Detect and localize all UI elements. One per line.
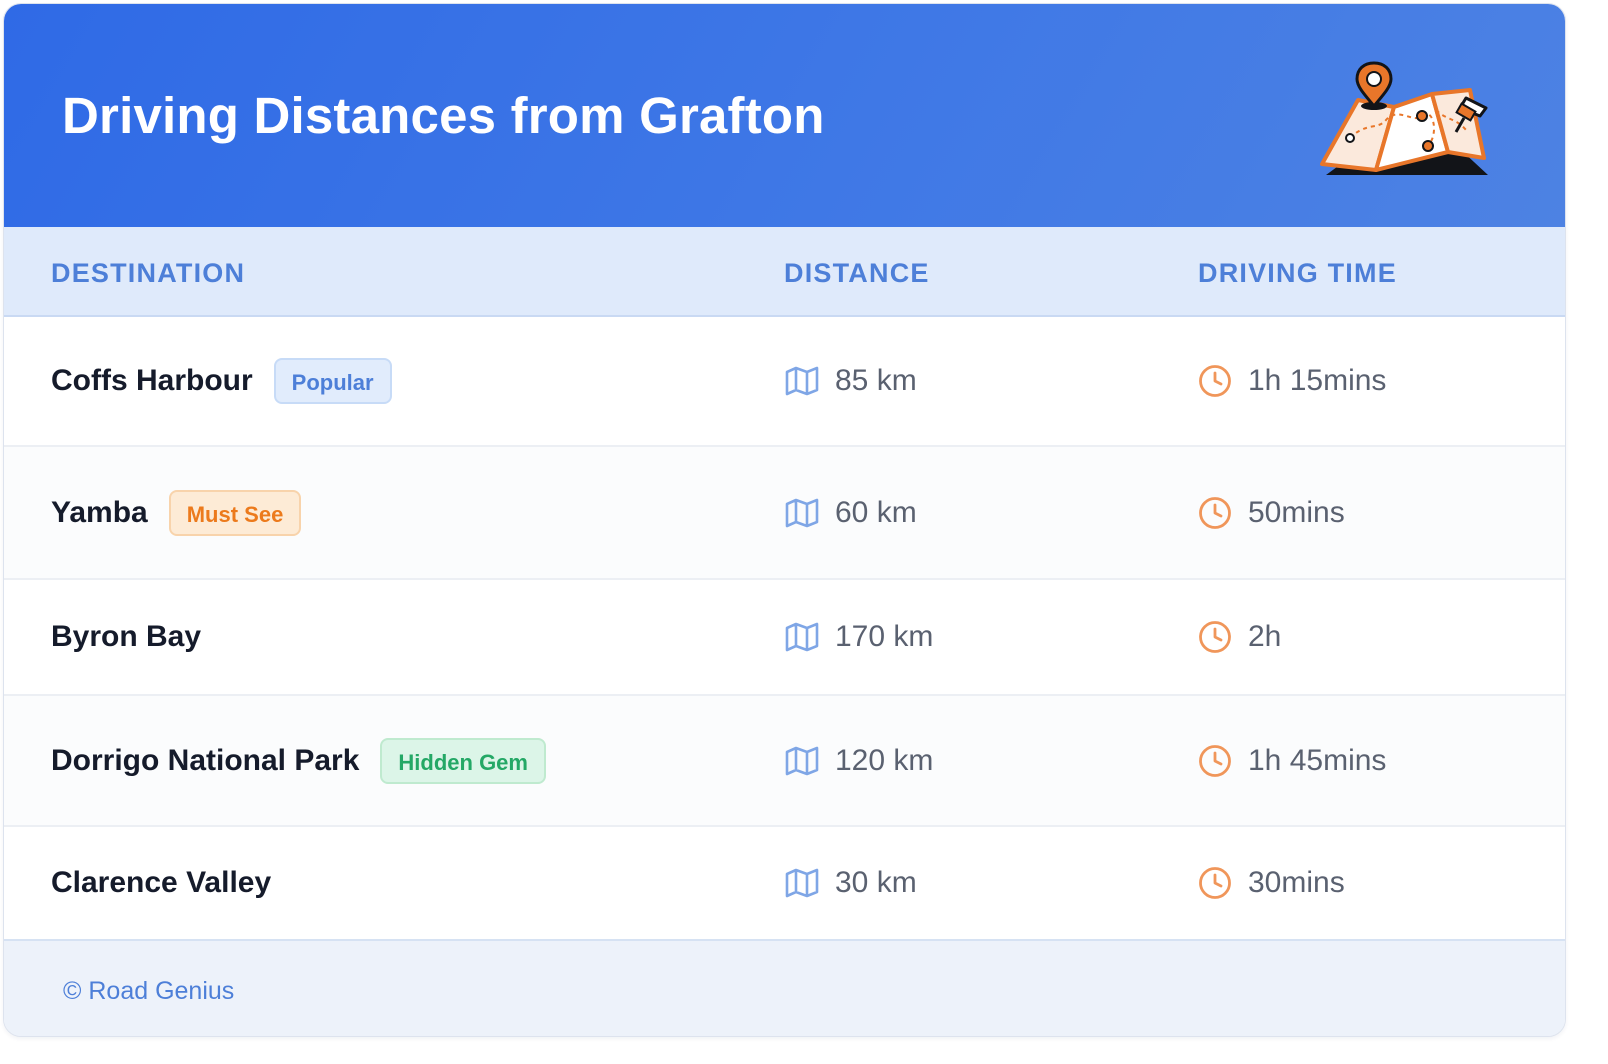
clock-icon xyxy=(1199,496,1231,529)
driving-time-value: 1h 15mins xyxy=(1248,364,1387,397)
destination-name: Clarence Valley xyxy=(51,866,272,899)
map-icon xyxy=(785,366,819,396)
table-row[interactable]: Coffs Harbour Popular 85 km 1h 15mins xyxy=(4,317,1565,447)
distance-value: 30 km xyxy=(835,866,917,899)
distance-value: 85 km xyxy=(835,364,917,397)
destination-name: Coffs Harbour xyxy=(51,364,253,397)
map-icon xyxy=(785,498,819,527)
destination-name: Yamba xyxy=(51,495,148,529)
map-icon xyxy=(785,622,819,652)
folded-map-with-pins-icon xyxy=(1320,61,1488,175)
table-row[interactable]: Clarence Valley 30 km 30mins xyxy=(4,827,1565,939)
column-header-distance[interactable]: DISTANCE xyxy=(784,258,930,289)
status-badge: Must See xyxy=(168,489,302,536)
column-header-driving-time[interactable]: DRIVING TIME xyxy=(1198,258,1397,289)
clock-icon xyxy=(1199,621,1231,653)
table-header: DESTINATION DISTANCE DRIVING TIME xyxy=(4,227,1565,317)
card-footer: © Road Genius xyxy=(4,939,1565,1036)
driving-time-value: 50mins xyxy=(1248,495,1345,529)
driving-time-value: 1h 45mins xyxy=(1248,743,1387,777)
distance-value: 170 km xyxy=(835,620,934,653)
clock-icon xyxy=(1199,744,1231,777)
map-icon xyxy=(785,746,819,775)
table-row[interactable]: Yamba Must See 60 km 50mins xyxy=(4,447,1565,580)
column-header-destination[interactable]: DESTINATION xyxy=(51,258,245,289)
destination-name: Dorrigo National Park xyxy=(51,743,360,777)
page-title: Driving Distances from Grafton xyxy=(62,87,825,144)
card-header: Driving Distances from Grafton xyxy=(4,4,1565,227)
clock-icon xyxy=(1199,867,1231,899)
table-row[interactable]: Dorrigo National Park Hidden Gem 120 km … xyxy=(4,696,1565,827)
copyright-text: © Road Genius xyxy=(63,977,235,1005)
destination-name: Byron Bay xyxy=(51,620,202,653)
driving-time-value: 2h xyxy=(1248,620,1282,653)
status-badge: Popular xyxy=(273,358,392,404)
driving-time-value: 30mins xyxy=(1248,866,1345,899)
distance-value: 60 km xyxy=(835,495,917,529)
distance-value: 120 km xyxy=(835,743,934,777)
distance-card: Driving Distances from Grafton DESTINATI… xyxy=(3,3,1566,1037)
table-row[interactable]: Byron Bay 170 km 2h xyxy=(4,580,1565,696)
map-icon xyxy=(785,868,819,898)
status-badge: Hidden Gem xyxy=(380,737,546,784)
clock-icon xyxy=(1199,365,1231,397)
